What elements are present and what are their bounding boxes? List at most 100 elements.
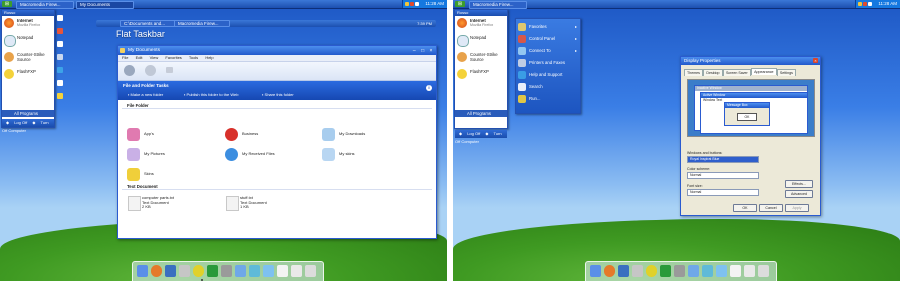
dock-paper-icon[interactable]: [291, 265, 302, 277]
up-folder-icon[interactable]: [166, 67, 173, 73]
tab-settings[interactable]: Settings: [776, 69, 796, 76]
dock-paper-icon[interactable]: [744, 265, 755, 277]
folder-apps[interactable]: App's: [127, 128, 154, 141]
places-connect-to[interactable]: Connect To ▸: [516, 45, 580, 57]
places-icon-5[interactable]: [57, 67, 63, 73]
dock-firefox-icon[interactable]: [151, 265, 162, 277]
advanced-button[interactable]: Advanced: [785, 190, 813, 198]
dock-flash-icon[interactable]: [646, 265, 657, 277]
dock-monitor-icon[interactable]: [688, 265, 699, 277]
places-icon-1[interactable]: [57, 15, 63, 21]
font-size-select[interactable]: Normal: [687, 189, 759, 196]
dock-media-icon[interactable]: [674, 265, 685, 277]
taskbar-item-my-documents[interactable]: My Documents: [76, 1, 134, 9]
tray-network-icon[interactable]: [405, 2, 409, 6]
close-button[interactable]: ×: [428, 48, 434, 54]
places-run[interactable]: Run...: [516, 93, 580, 105]
start-item-notepad[interactable]: Notepad: [455, 33, 507, 50]
dock-photoshop-icon[interactable]: [618, 265, 629, 277]
places-help[interactable]: Help and Support: [516, 69, 580, 81]
start-item-flashfxp[interactable]: FlashFXP: [2, 67, 54, 84]
start-item-counter-strike[interactable]: Counter-Strike Source: [2, 50, 54, 67]
places-icon-3[interactable]: [57, 41, 63, 47]
log-off-button[interactable]: ◆ Log Off: [6, 120, 27, 125]
dock-network-icon[interactable]: [702, 265, 713, 277]
dock-monitor-icon[interactable]: [235, 265, 246, 277]
tab-desktop[interactable]: Desktop: [703, 69, 723, 76]
start-item-counter-strike[interactable]: Counter-Strike Source: [455, 50, 507, 67]
tray-messenger-icon[interactable]: [868, 2, 872, 6]
tab-screen-saver[interactable]: Screen Saver: [722, 69, 751, 76]
tray-volume-icon[interactable]: [410, 2, 414, 6]
doc-stuff[interactable]: stuff.txt Text Document 1 KB: [226, 195, 267, 211]
tab-themes[interactable]: Themes: [684, 69, 703, 76]
publish-folder-link[interactable]: ▪ Publish this folder to the Web: [184, 92, 239, 97]
menu-view[interactable]: View: [150, 55, 159, 60]
start-item-internet[interactable]: Internet Mozilla Firefox: [2, 16, 54, 33]
tray-network-icon[interactable]: [858, 2, 862, 6]
doc-computer-parts[interactable]: computer parts.txt Text Document 2 KB: [128, 195, 174, 211]
menu-favorites[interactable]: Favorites: [165, 55, 181, 60]
ok-button[interactable]: OK: [733, 204, 757, 212]
menu-edit[interactable]: Edit: [136, 55, 143, 60]
color-scheme-select[interactable]: Normal: [687, 172, 759, 179]
dock-finder-icon[interactable]: [137, 265, 148, 277]
dock-firefox-icon[interactable]: [604, 265, 615, 277]
places-icon-4[interactable]: [57, 54, 63, 60]
cancel-button[interactable]: Cancel: [759, 204, 783, 212]
places-search[interactable]: Search: [516, 81, 580, 93]
dock-folder-icon[interactable]: [263, 265, 274, 277]
tab-appearance[interactable]: Appearance: [751, 68, 777, 75]
start-button[interactable]: ⊞: [455, 1, 465, 7]
dialog-titlebar[interactable]: Display Properties ×: [681, 57, 820, 65]
all-programs-button[interactable]: All Programs: [455, 110, 507, 117]
dock-photoshop-icon[interactable]: [165, 265, 176, 277]
close-button[interactable]: ×: [813, 58, 818, 63]
places-icon-2[interactable]: [57, 28, 63, 34]
dock-documents-icon[interactable]: [730, 265, 741, 277]
dock-folder-icon[interactable]: [716, 265, 727, 277]
folder-my-pictures[interactable]: My Pictures: [127, 148, 165, 161]
menu-file[interactable]: File: [122, 55, 128, 60]
forward-button[interactable]: [145, 65, 156, 76]
flat-task-documents[interactable]: C:\Documents and...: [120, 20, 176, 27]
effects-button[interactable]: Effects...: [785, 180, 813, 188]
taskbar-item-firework[interactable]: Macromedia Firew...: [16, 1, 74, 9]
dock-media-icon[interactable]: [221, 265, 232, 277]
all-programs-button[interactable]: All Programs: [2, 110, 54, 117]
places-printers[interactable]: Printers and Faxes: [516, 57, 580, 69]
places-favorites[interactable]: Favorites ▸: [516, 21, 580, 33]
start-button[interactable]: ⊞: [2, 1, 12, 7]
dock-documents-icon[interactable]: [277, 265, 288, 277]
dock-tools-icon[interactable]: [179, 265, 190, 277]
log-off-button[interactable]: ◆ Log Off: [459, 131, 480, 136]
menu-help[interactable]: Help: [205, 55, 213, 60]
make-new-folder-link[interactable]: ▪ Make a new folder: [128, 92, 163, 97]
menu-tools[interactable]: Tools: [189, 55, 198, 60]
folder-skins[interactable]: Skins: [127, 168, 154, 181]
dock-trash-icon[interactable]: [758, 265, 769, 277]
tray-messenger-icon[interactable]: [415, 2, 419, 6]
dock-dreamweaver-icon[interactable]: [660, 265, 671, 277]
folder-my-received-files[interactable]: My Received Files: [225, 148, 275, 161]
dock-tools-icon[interactable]: [632, 265, 643, 277]
share-folder-link[interactable]: ▪ Share this folder: [262, 92, 294, 97]
folder-business[interactable]: Business: [225, 128, 258, 141]
dock-network-icon[interactable]: [249, 265, 260, 277]
start-item-internet[interactable]: Internet Mozilla Firefox: [455, 16, 507, 33]
folder-my-downloads[interactable]: My Downloads: [322, 128, 365, 141]
maximize-button[interactable]: □: [420, 48, 426, 54]
folder-my-skins[interactable]: My skins: [322, 148, 355, 161]
minimize-button[interactable]: –: [411, 48, 417, 54]
start-item-flashfxp[interactable]: FlashFXP: [455, 67, 507, 84]
flat-task-firework[interactable]: Macromedia Firew...: [174, 20, 230, 27]
places-icon-6[interactable]: [57, 80, 63, 86]
tray-volume-icon[interactable]: [863, 2, 867, 6]
dock-dreamweaver-icon[interactable]: [207, 265, 218, 277]
dock-flash-icon[interactable]: [193, 265, 204, 277]
back-button[interactable]: [124, 65, 135, 76]
places-icon-7[interactable]: [57, 93, 63, 99]
start-item-notepad[interactable]: Notepad: [2, 33, 54, 50]
dock-finder-icon[interactable]: [590, 265, 601, 277]
windows-buttons-select[interactable]: Royal Inspirat Blue: [687, 156, 759, 163]
